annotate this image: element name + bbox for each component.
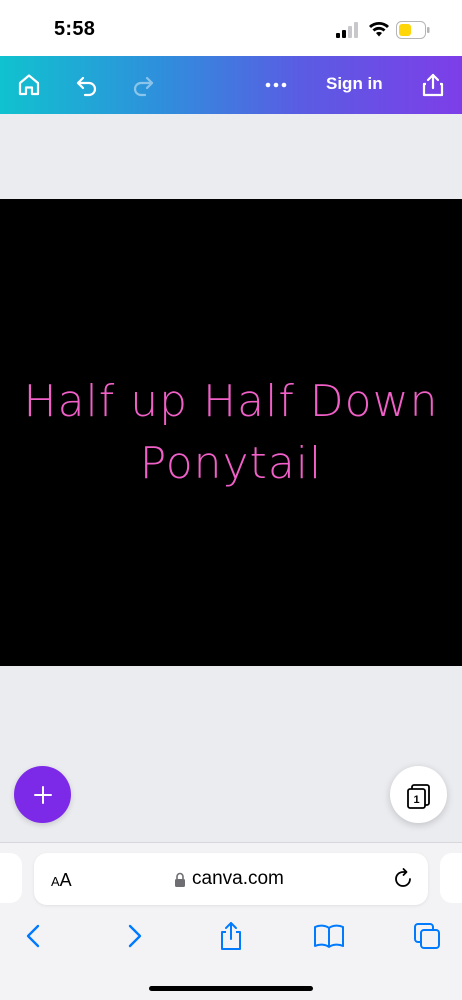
url-display[interactable]: canva.com: [174, 868, 284, 890]
lock-icon: [175, 872, 185, 887]
share-icon[interactable]: [418, 70, 448, 100]
next-tab-preview[interactable]: [440, 853, 462, 903]
pages-button[interactable]: 1: [390, 766, 447, 823]
tabs-icon: [414, 923, 440, 949]
add-element-button[interactable]: [14, 766, 71, 823]
reload-icon[interactable]: [391, 867, 415, 891]
home-icon[interactable]: [14, 70, 44, 100]
canvas-area: Half up Half Down Ponytail 1: [0, 114, 462, 842]
design-title-line-2[interactable]: Ponytail: [140, 433, 322, 495]
wifi-icon: [369, 22, 389, 37]
design-title-line-1[interactable]: Half up Half Down: [24, 371, 439, 433]
bookmarks-button[interactable]: [312, 919, 346, 953]
bookmarks-icon: [314, 924, 344, 948]
plus-icon: [33, 785, 52, 804]
tabs-button[interactable]: [410, 919, 444, 953]
share-icon: [221, 922, 241, 950]
previous-tab-preview[interactable]: [0, 853, 22, 903]
address-bar[interactable]: AA canva.com: [34, 853, 428, 905]
forward-button[interactable]: [117, 919, 151, 953]
text-size-large: A: [59, 870, 72, 890]
more-icon[interactable]: [261, 70, 291, 100]
text-size-small: A: [51, 874, 60, 889]
battery-low-icon: [396, 21, 430, 39]
design-page[interactable]: Half up Half Down Ponytail: [0, 199, 462, 666]
home-indicator: [149, 986, 313, 991]
sign-in-button[interactable]: Sign in: [326, 74, 383, 94]
back-icon: [26, 924, 40, 948]
status-time: 5:58: [54, 18, 96, 40]
back-button[interactable]: [17, 919, 51, 953]
forward-icon: [128, 924, 142, 948]
editor-toolbar: Sign in: [0, 56, 462, 114]
safari-bottom-bar: AA canva.com: [0, 842, 462, 1000]
pages-icon: 1: [406, 783, 430, 809]
undo-icon[interactable]: [72, 70, 102, 100]
redo-icon[interactable]: [128, 70, 158, 100]
text-size-button[interactable]: AA: [51, 870, 72, 891]
share-button[interactable]: [214, 919, 248, 953]
cellular-signal-icon: [336, 22, 358, 38]
page-count: 1: [413, 794, 419, 806]
url-text: canva.com: [192, 868, 284, 889]
status-bar: 5:58: [0, 0, 462, 56]
